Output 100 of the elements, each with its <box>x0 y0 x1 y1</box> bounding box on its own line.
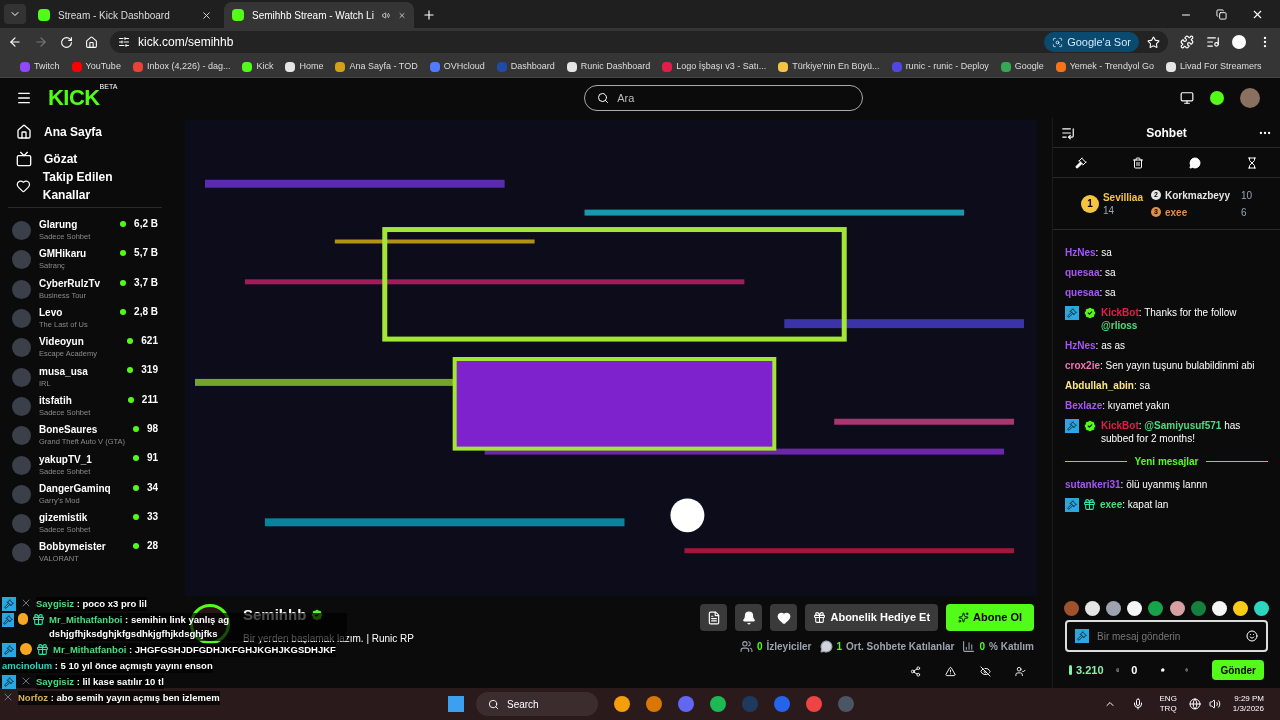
url-text: kick.com/semihhb <box>138 34 235 51</box>
mic-icon[interactable] <box>1131 698 1144 710</box>
stat-value: 0 <box>756 640 763 654</box>
taskbar-app-icon[interactable] <box>806 696 822 712</box>
ask-google-button[interactable]: Google'a Sor <box>1044 31 1139 53</box>
nav-item[interactable]: Gözat <box>8 145 162 172</box>
bookmark[interactable]: Yemek - Trendyol Go <box>1055 59 1154 74</box>
home-icon[interactable] <box>85 35 98 49</box>
bookmark[interactable]: Runic Dashboard <box>566 59 651 74</box>
leader-count: 10 <box>1240 188 1253 203</box>
site-search-field[interactable]: Ara <box>584 85 864 111</box>
channel-name: gizemistik <box>39 512 88 525</box>
gift-sub-button[interactable]: Abonelik Hediye Et <box>805 604 939 631</box>
new-tab-icon[interactable] <box>422 8 436 22</box>
bookmark[interactable]: Google <box>1000 59 1044 74</box>
media-icon[interactable] <box>1206 35 1220 49</box>
emoji-icon[interactable] <box>1246 630 1258 642</box>
viewer-count: 2,8 B <box>134 304 158 319</box>
bookmark[interactable]: Ana Sayfa - TOD <box>335 59 418 74</box>
avatar[interactable] <box>1240 88 1260 108</box>
avatar <box>12 396 31 416</box>
viewer-count: 98 <box>146 422 158 437</box>
trash-icon[interactable] <box>1132 156 1145 169</box>
stream-icon[interactable] <box>1180 91 1194 105</box>
emote-icon[interactable] <box>1211 601 1227 616</box>
bookmark[interactable]: Home <box>285 59 324 74</box>
bookmark[interactable]: Kick <box>242 59 274 74</box>
bookmark-star-icon[interactable] <box>1147 35 1160 49</box>
heart-icon <box>776 610 791 625</box>
follow-button[interactable] <box>770 604 798 631</box>
collapse-icon[interactable] <box>1061 125 1075 140</box>
profile-icon[interactable] <box>1232 35 1246 49</box>
close-icon[interactable] <box>201 9 212 21</box>
emote-icon[interactable] <box>1127 601 1143 616</box>
hammer-icon[interactable] <box>1075 156 1088 169</box>
browser-tab[interactable]: Semihhb Stream - Watch Li <box>224 2 414 28</box>
kick-logo[interactable]: KICK <box>48 87 100 109</box>
channel-name: GMHikaru <box>39 248 87 261</box>
hide-icon[interactable] <box>980 666 991 677</box>
bookmark[interactable]: Logo İşbaşı v3 - Satı... <box>662 59 767 74</box>
extensions-icon[interactable] <box>1180 35 1194 49</box>
bookmark[interactable]: Twitch <box>20 59 60 74</box>
kick-app-icon[interactable] <box>1210 91 1224 105</box>
address-bar[interactable]: kick.com/semihhb Google'a Sor <box>110 31 1168 53</box>
subscribe-button[interactable]: Abone Ol <box>946 604 1034 631</box>
stat-label: % Katılım <box>989 640 1034 654</box>
hourglass-icon[interactable] <box>1245 156 1258 169</box>
close-icon[interactable] <box>1251 8 1264 21</box>
forward-icon[interactable] <box>34 35 48 49</box>
share-icon[interactable] <box>910 666 921 677</box>
taskbar-app-icon[interactable] <box>774 696 790 712</box>
taskbar-app-icon[interactable] <box>678 696 694 712</box>
emote-icon[interactable] <box>1085 601 1101 616</box>
channel-name: CyberRulzTv <box>39 277 101 290</box>
report-icon[interactable] <box>945 666 956 677</box>
channel-name: itsfatih <box>39 394 72 407</box>
tab-search-button[interactable] <box>4 4 26 24</box>
bookmark[interactable]: OVHcloud <box>429 59 485 74</box>
viewer-count: 6,2 B <box>134 217 158 231</box>
taskbar-app-icon[interactable] <box>710 696 726 712</box>
taskbar-search-box[interactable]: Search <box>476 692 598 716</box>
leader-count: 6 <box>1240 205 1247 220</box>
emote-icon[interactable] <box>1106 601 1122 616</box>
hammer-icon <box>2 597 16 611</box>
bookmark[interactable]: Dashboard <box>496 59 555 74</box>
bookmark[interactable]: runic - runic - Deploy <box>891 59 989 74</box>
browser-tab[interactable]: Stream - Kick Dashboard <box>30 2 220 28</box>
emote-icon[interactable] <box>1232 601 1248 616</box>
start-icon[interactable] <box>448 696 464 712</box>
bookmark[interactable]: YouTube <box>71 59 121 74</box>
volume-icon[interactable] <box>1208 698 1221 710</box>
bell-icon <box>741 610 756 625</box>
user-icon[interactable] <box>1015 666 1026 677</box>
overlay-message: amcinolum : 5 10 yıl önce açmıştı yayını enson <box>2 659 213 673</box>
network-icon[interactable] <box>1188 698 1201 710</box>
bookmark[interactable]: Türkiye'nin En Büyü... <box>778 59 880 74</box>
taskbar-app-icon[interactable] <box>614 696 630 712</box>
nav-item[interactable]: Ana Sayfa <box>8 118 162 145</box>
taskbar-app-icon[interactable] <box>646 696 662 712</box>
back-icon[interactable] <box>8 35 22 49</box>
bell-button[interactable] <box>735 604 763 631</box>
message-input[interactable]: Bir mesaj gönderin <box>1065 620 1268 652</box>
send-button[interactable]: Gönder <box>1212 660 1264 680</box>
reload-icon[interactable] <box>60 35 73 49</box>
bookmark[interactable]: Livad For Streamers <box>1165 59 1262 74</box>
lens-icon <box>1052 36 1064 48</box>
emote-icon[interactable] <box>1253 601 1269 616</box>
info-button[interactable] <box>700 604 728 631</box>
channel-name: BoneSaures <box>39 424 98 437</box>
emote-icon[interactable] <box>1169 601 1185 616</box>
nav-item[interactable]: Takip Edilen Kanallar <box>8 172 162 199</box>
menu-icon[interactable] <box>16 90 32 106</box>
gift-icon <box>32 613 46 626</box>
viewer-count: 28 <box>146 539 158 554</box>
restore-icon[interactable] <box>1216 9 1227 20</box>
bookmark[interactable]: Inbox (4,226) - dag... <box>132 59 231 74</box>
emote-icon[interactable] <box>1148 601 1164 616</box>
leader-name: exee <box>1164 205 1189 220</box>
hammer-icon <box>1065 419 1079 433</box>
gift-icon <box>813 611 827 624</box>
